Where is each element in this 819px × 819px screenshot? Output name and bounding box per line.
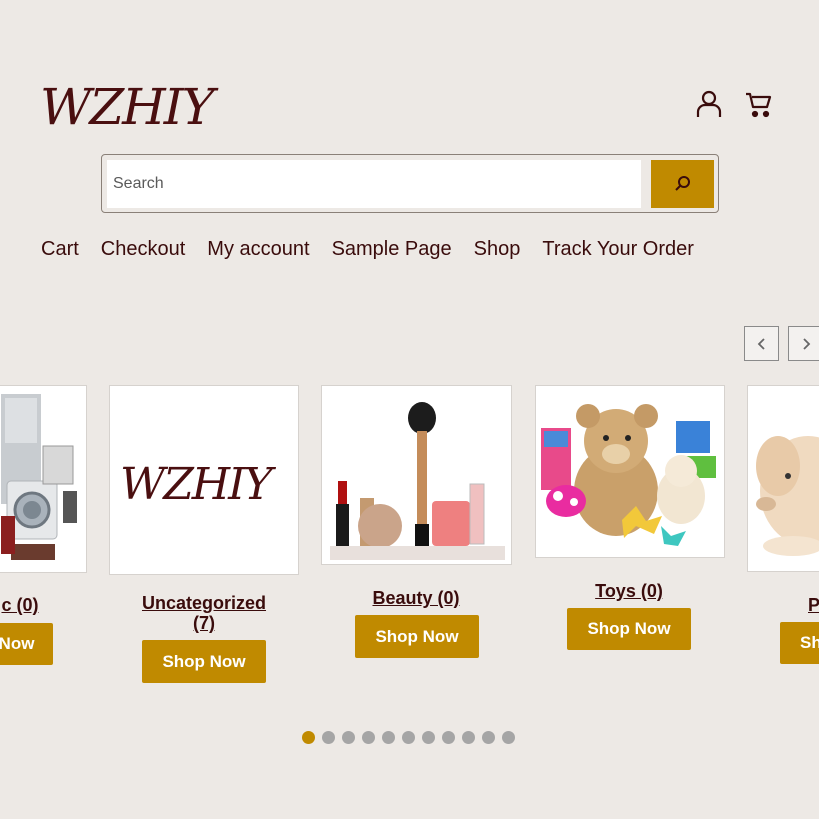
nav-my-account[interactable]: My account bbox=[207, 238, 309, 261]
carousel-next-button[interactable] bbox=[788, 326, 819, 361]
category-image-electronics[interactable] bbox=[0, 385, 87, 573]
search-icon bbox=[674, 176, 690, 191]
category-image-uncategorized[interactable]: WZHIY bbox=[109, 385, 299, 575]
site-logo[interactable]: WZHIY bbox=[40, 78, 232, 136]
nav-cart[interactable]: Cart bbox=[41, 238, 79, 261]
chevron-right-icon bbox=[802, 337, 810, 350]
cart-icon[interactable] bbox=[744, 88, 774, 120]
search-button[interactable] bbox=[651, 160, 714, 208]
carousel-pagination bbox=[302, 731, 515, 744]
pagination-dot-11[interactable] bbox=[502, 731, 515, 744]
search-form bbox=[101, 154, 719, 213]
category-image-toys[interactable] bbox=[535, 385, 725, 558]
category-title-toys[interactable]: Toys (0) bbox=[554, 581, 704, 601]
category-title-pets[interactable]: P bbox=[808, 595, 819, 615]
pagination-dot-9[interactable] bbox=[462, 731, 475, 744]
carousel-prev-button[interactable] bbox=[744, 326, 779, 361]
nav-checkout[interactable]: Checkout bbox=[101, 238, 186, 261]
logo-text: WZHIY bbox=[40, 78, 218, 134]
main-nav: Cart Checkout My account Sample Page Sho… bbox=[41, 238, 694, 261]
pagination-dot-4[interactable] bbox=[362, 731, 375, 744]
pagination-dot-3[interactable] bbox=[342, 731, 355, 744]
pagination-dot-6[interactable] bbox=[402, 731, 415, 744]
shop-now-button-pets[interactable]: Sh bbox=[780, 622, 819, 664]
category-title-beauty[interactable]: Beauty (0) bbox=[341, 588, 491, 608]
shop-now-button-toys[interactable]: Shop Now bbox=[567, 608, 691, 650]
category-title-uncategorized[interactable]: Uncategorized (7) bbox=[129, 593, 279, 633]
nav-track-order[interactable]: Track Your Order bbox=[542, 238, 694, 261]
chevron-left-icon bbox=[757, 337, 765, 350]
pagination-dot-7[interactable] bbox=[422, 731, 435, 744]
category-title-electronics[interactable]: c (0) bbox=[0, 595, 50, 615]
category-image-pets[interactable] bbox=[747, 385, 819, 572]
pagination-dot-8[interactable] bbox=[442, 731, 455, 744]
nav-sample-page[interactable]: Sample Page bbox=[332, 238, 452, 261]
nav-shop[interactable]: Shop bbox=[474, 238, 521, 261]
shop-now-button-uncategorized[interactable]: Shop Now bbox=[142, 640, 266, 683]
pagination-dot-2[interactable] bbox=[322, 731, 335, 744]
pagination-dot-5[interactable] bbox=[382, 731, 395, 744]
shop-now-button-beauty[interactable]: Shop Now bbox=[355, 615, 479, 658]
shop-now-button-electronics[interactable]: Now bbox=[0, 623, 53, 665]
card-logo-text: WZHIY bbox=[120, 459, 277, 510]
category-image-beauty[interactable] bbox=[321, 385, 512, 565]
user-icon[interactable] bbox=[694, 88, 724, 120]
pagination-dot-10[interactable] bbox=[482, 731, 495, 744]
search-input[interactable] bbox=[107, 160, 641, 208]
pagination-dot-1[interactable] bbox=[302, 731, 315, 744]
